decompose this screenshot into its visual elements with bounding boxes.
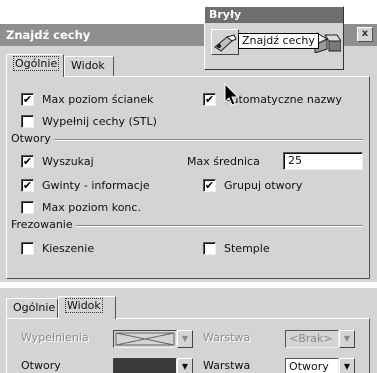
option-pockets[interactable]: Kieszenie (21, 240, 94, 256)
option-label: Wypełnij cechy (STL) (42, 114, 157, 128)
max-diameter-input[interactable]: 25 (283, 152, 363, 170)
solids-toolbar: Bryły Znajdź cechy (204, 6, 344, 70)
tab-view[interactable]: Widok (58, 296, 116, 319)
option-label: Kieszenie (42, 241, 95, 255)
checkbox[interactable]: ✔ (203, 178, 216, 192)
option-fill-features-stl[interactable]: Wypełnij cechy (STL) (21, 113, 157, 129)
tab-general[interactable]: Ogólnie (6, 54, 64, 77)
holes-group: Otwory (11, 132, 363, 145)
option-label: Automatyczne nazwy (224, 92, 342, 106)
max-diameter-label: Max średnica (187, 153, 260, 169)
fills-layer-dropdown[interactable]: ▼ (339, 330, 355, 348)
holes-style-swatch[interactable] (113, 358, 177, 373)
checkbox[interactable] (21, 241, 34, 255)
checkbox[interactable] (21, 200, 34, 214)
option-label: Wyszukaj (42, 154, 94, 168)
tab-general-label: Ogólnie (13, 301, 56, 314)
option-max-end-level[interactable]: Max poziom konc. (21, 199, 141, 215)
cross-pattern-icon (115, 332, 175, 346)
fills-layer-label: Warstwa (203, 331, 251, 344)
option-label: Grupuj otwory (224, 178, 303, 192)
option-label: Max poziom konc. (42, 200, 141, 214)
toolbar-title: Bryły (205, 7, 343, 23)
dialog-title: Znajdź cechy (6, 28, 91, 42)
option-thread-info[interactable]: ✔ Gwinty - informacje (21, 177, 150, 193)
milling-group: Frezowanie (11, 218, 363, 231)
fills-label: Wypełnienia (21, 331, 89, 344)
group-label: Frezowanie (11, 218, 76, 231)
holes-label: Otwory (21, 359, 61, 372)
option-label: Max poziom ścianek (42, 92, 154, 106)
tab-general-label: Ogólnie (13, 56, 60, 71)
tab-view-label: Widok (71, 59, 105, 72)
checkbox[interactable]: ✔ (21, 92, 34, 106)
checkbox[interactable]: ✔ (21, 178, 34, 192)
field-label: Max średnica (187, 154, 260, 168)
group-label: Otwory (11, 132, 54, 145)
mouse-cursor-icon (224, 83, 240, 106)
find-features-icon (214, 34, 237, 52)
option-search-holes[interactable]: ✔ Wyszukaj (21, 153, 94, 169)
tooltip: Znajdź cechy (238, 33, 319, 49)
find-features-button[interactable] (211, 29, 239, 55)
checkbox[interactable]: ✔ (21, 154, 34, 168)
tab-view-label: Widok (65, 298, 103, 313)
close-button[interactable]: x (357, 27, 373, 42)
tab-view[interactable]: Widok (64, 56, 114, 76)
option-label: Gwinty - informacje (42, 178, 150, 192)
holes-layer-dropdown[interactable]: ▼ (339, 358, 355, 373)
holes-style-dropdown[interactable]: ▼ (177, 358, 193, 373)
tab-general[interactable]: Ogólnie (6, 298, 58, 318)
fills-style-swatch[interactable] (113, 330, 177, 348)
option-label: Stemple (224, 241, 270, 255)
option-group-holes[interactable]: ✔ Grupuj otwory (203, 177, 302, 193)
checkbox[interactable]: ✔ (203, 92, 216, 106)
holes-layer-select[interactable]: Otwory (285, 358, 339, 373)
fills-layer-select[interactable]: <Brak> (285, 330, 339, 348)
find-features-dialog-view: Ogólnie Widok Wypełnienia ▼ Warstwa <Bra… (0, 288, 377, 373)
holes-layer-label: Warstwa (203, 359, 251, 372)
option-punches[interactable]: Stemple (203, 240, 270, 256)
fills-style-dropdown[interactable]: ▼ (177, 330, 193, 348)
tab-panel-general: ✔ Max poziom ścianek ✔ Automatyczne nazw… (6, 76, 370, 279)
option-max-face-level[interactable]: ✔ Max poziom ścianek (21, 91, 153, 107)
tab-panel-view: Wypełnienia ▼ Warstwa <Brak> ▼ Otwory ▼ … (6, 318, 370, 373)
checkbox[interactable] (203, 241, 216, 255)
checkbox[interactable] (21, 114, 34, 128)
